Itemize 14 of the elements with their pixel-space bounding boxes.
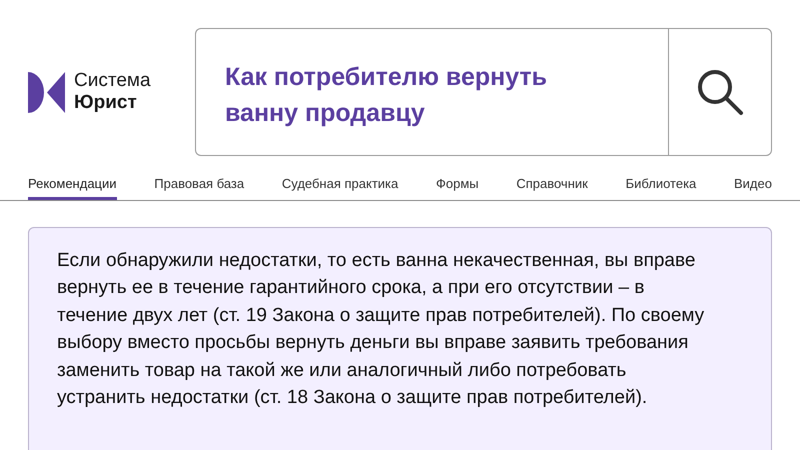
logo-icon [28,72,65,112]
nav-tab[interactable]: Рекомендации [28,174,117,200]
search-icon [695,67,745,117]
nav-tab[interactable]: Правовая база [154,174,244,200]
logo-text: Система [74,70,151,92]
nav-tab[interactable]: Формы [436,174,479,200]
logo-text: Юрист [74,92,138,114]
nav-tab[interactable]: Библиотека [626,174,696,200]
nav-tab[interactable]: Справочник [516,174,588,200]
answer-text: Если обнаружили недостатки, то есть ванна некачественная, вы вправе вернуть ее в течение гарантийного срока, а при его отсутствии – в течение двух лет (ст. 19 Закона о защите прав потребителей). По своему выбору вместо просьбы вернуть деньги вы вправе заявить требования заменить товар на такой же или аналогичный либо потребовать устранить недостатки (ст. 18 Закона о защите прав потребителей). [57,248,706,410]
nav-tab[interactable]: Судебная практика [282,174,398,200]
search-field[interactable]: Как потребителю вернуть ванну продавцу [195,28,668,156]
nav-tab[interactable]: Видео [734,174,772,200]
search-button[interactable] [668,28,772,156]
